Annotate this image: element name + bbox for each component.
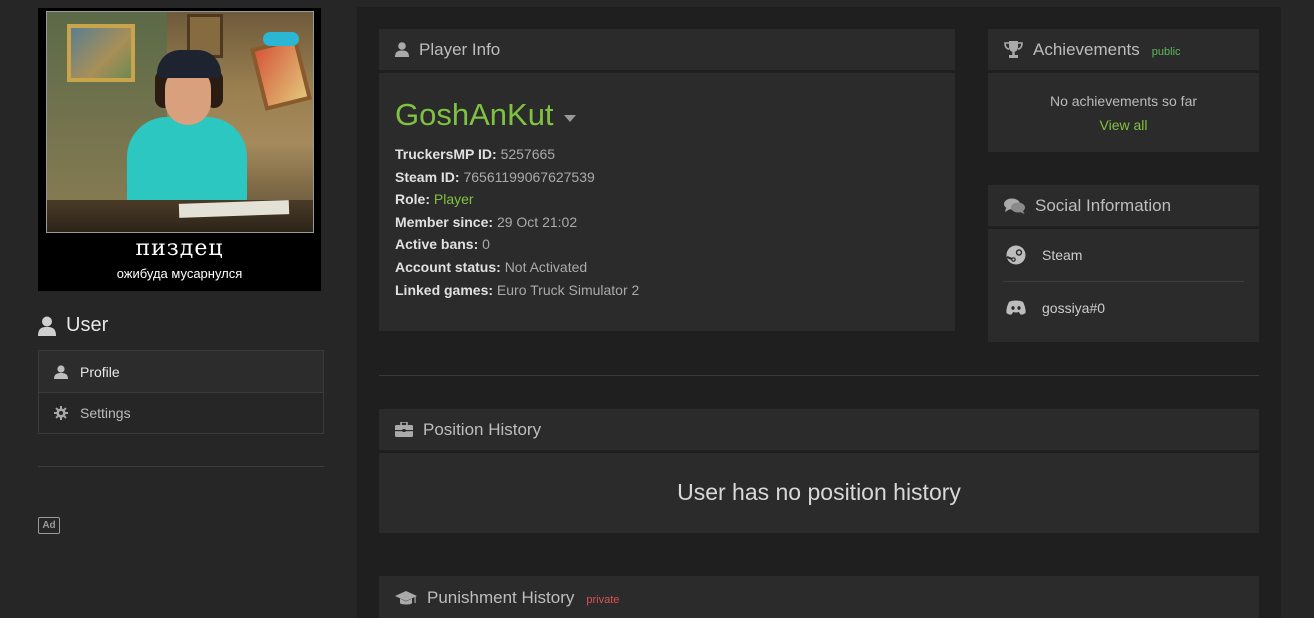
sidebar-item-label: Settings xyxy=(80,405,131,421)
info-row-truckersmp-id: TruckersMP ID: 5257665 xyxy=(395,146,556,162)
achievements-panel: Achievements public No achievements so f… xyxy=(988,29,1259,152)
avatar-caption-title: пиздец xyxy=(135,236,224,261)
sidebar-item-settings[interactable]: Settings xyxy=(39,392,323,433)
position-history-empty-text: User has no position history xyxy=(677,479,961,505)
discord-icon xyxy=(1006,300,1026,315)
panel-title: Social Information xyxy=(1035,195,1172,215)
panel-title: Player Info xyxy=(419,39,501,59)
section-divider xyxy=(379,375,1259,376)
comments-icon xyxy=(1004,198,1025,214)
user-section-heading: User xyxy=(38,314,108,337)
position-history-panel: Position History User has no position hi… xyxy=(379,409,1259,533)
social-item-steam[interactable]: Steam xyxy=(1003,229,1244,281)
social-item-discord[interactable]: gossiya#0 xyxy=(1003,281,1244,333)
punishment-history-header: Punishment History private xyxy=(379,576,1259,618)
user-icon xyxy=(395,42,409,57)
profile-avatar: пиздец ожибуда мусарнулся xyxy=(38,8,321,291)
visibility-badge: private xyxy=(586,594,620,606)
social-panel: Social Information Steam gossiya#0 xyxy=(988,185,1259,342)
username: GoshAnKut xyxy=(395,97,554,132)
player-info-header: Player Info xyxy=(379,29,955,73)
chevron-down-icon[interactable] xyxy=(563,114,576,122)
social-item-label: gossiya#0 xyxy=(1042,299,1106,316)
visibility-badge: public xyxy=(1151,45,1181,58)
achievements-empty-text: No achievements so far xyxy=(1049,93,1198,109)
graduation-cap-icon xyxy=(395,590,417,606)
panel-title: Position History xyxy=(423,419,542,439)
info-row-role: Role: Player xyxy=(395,191,474,208)
sidebar-divider xyxy=(38,466,324,467)
achievements-header: Achievements public xyxy=(988,29,1259,73)
punishment-history-panel: Punishment History private xyxy=(379,576,1259,618)
user-icon xyxy=(38,316,56,336)
sidebar-item-label: Profile xyxy=(80,363,120,380)
avatar-photo xyxy=(46,11,314,233)
position-history-header: Position History xyxy=(379,409,1259,453)
info-row-linked-games: Linked games: Euro Truck Simulator 2 xyxy=(395,281,640,298)
ad-icon[interactable]: Ad xyxy=(38,517,60,534)
info-row-member-since: Member since: 29 Oct 21:02 xyxy=(395,213,578,230)
view-all-link[interactable]: View all xyxy=(988,117,1259,133)
steam-icon xyxy=(1006,245,1026,265)
user-icon xyxy=(54,364,68,379)
player-info-list: TruckersMP ID: 5257665 Steam ID: 7656119… xyxy=(395,143,955,301)
info-row-steam-id: Steam ID: 76561199067627539 xyxy=(395,168,595,185)
avatar-caption-subtitle: ожибуда мусарнулся xyxy=(116,266,243,281)
main-content: Player Info GoshAnKut TruckersMP ID: 525… xyxy=(357,7,1281,618)
panel-title: Achievements xyxy=(1033,39,1140,59)
social-item-label: Steam xyxy=(1042,247,1083,263)
gear-icon xyxy=(54,406,68,420)
info-row-account-status: Account status: Not Activated xyxy=(395,258,588,275)
panel-title: Punishment History xyxy=(427,588,575,607)
info-row-active-bans: Active bans: 0 xyxy=(395,236,490,253)
user-menu: Profile Settings xyxy=(38,350,324,434)
sidebar-item-profile[interactable]: Profile xyxy=(39,351,323,392)
briefcase-icon xyxy=(395,422,413,437)
trophy-icon xyxy=(1004,41,1023,58)
user-heading-label: User xyxy=(66,314,109,336)
social-header: Social Information xyxy=(988,185,1259,229)
player-info-panel: Player Info GoshAnKut TruckersMP ID: 525… xyxy=(379,29,955,331)
